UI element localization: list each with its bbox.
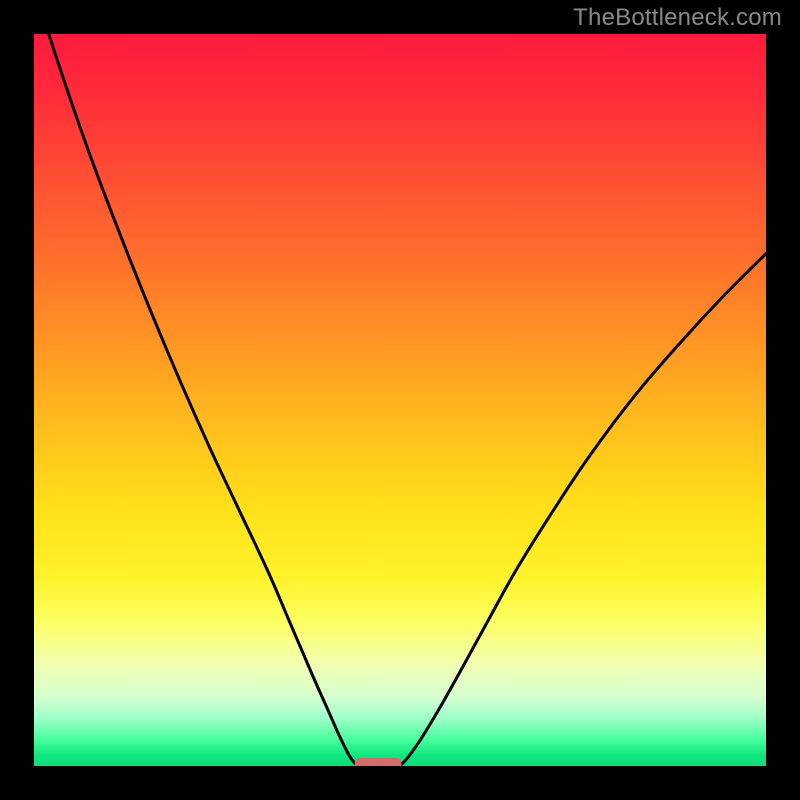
plot-area xyxy=(34,34,766,766)
minimum-marker xyxy=(355,758,402,766)
gradient-background xyxy=(34,34,766,766)
bottleneck-curve-chart xyxy=(34,34,766,766)
chart-frame: TheBottleneck.com xyxy=(0,0,800,800)
watermark-text: TheBottleneck.com xyxy=(573,4,782,32)
